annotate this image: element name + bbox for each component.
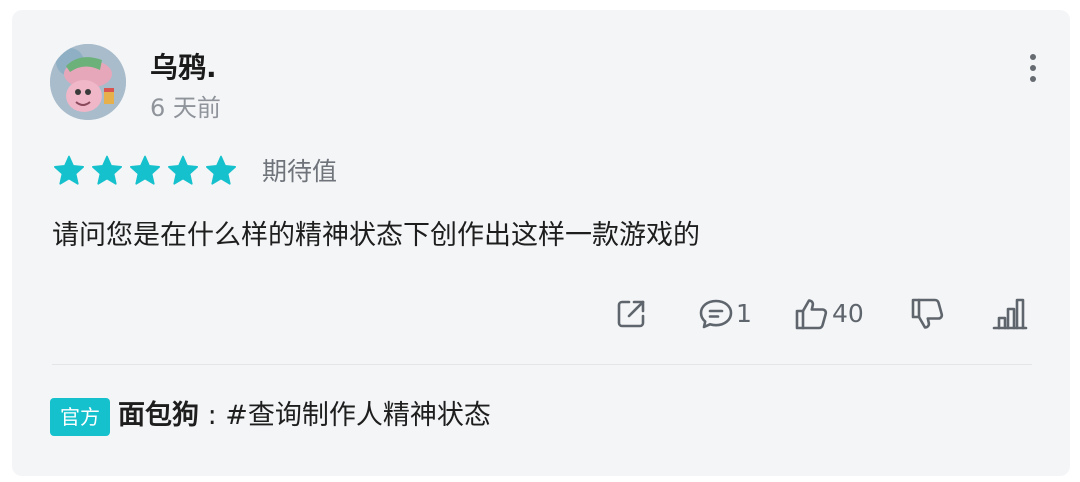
review-card: 乌鸦. 6 天前 期待值 请问您是在什么样的精神状态下创作出这样一款游戏的 1 … [12,10,1070,476]
bar-chart-icon [992,298,1028,330]
more-vertical-icon [1030,54,1036,60]
star-icon [129,155,161,185]
comment-count: 1 [736,299,752,328]
like-count: 40 [832,299,864,328]
share-button[interactable] [614,292,648,336]
share-icon [617,300,645,328]
username[interactable]: 乌鸦. [150,50,217,86]
timestamp: 6 天前 [150,94,221,122]
official-reply[interactable]: 面包狗 : #查询制作人精神状态 [118,396,491,436]
avatar-image [50,44,126,120]
star-rating [52,154,238,188]
star-icon [91,155,123,185]
official-badge: 官方 [50,398,110,436]
review-text: 请问您是在什么样的精神状态下创作出这样一款游戏的 [52,220,700,251]
comment-icon [699,299,733,329]
reply-separator: : [199,400,226,431]
like-button[interactable]: 40 [794,292,864,336]
dislike-button[interactable] [910,292,946,336]
more-options-button[interactable] [1018,50,1048,86]
avatar[interactable] [50,44,126,120]
star-icon [167,155,199,185]
stats-button[interactable] [992,292,1028,336]
star-icon [205,155,237,185]
reply-text: #查询制作人精神状态 [225,400,491,431]
thumbs-up-icon [795,299,828,330]
rating-label: 期待值 [262,157,338,186]
divider [52,364,1032,365]
reply-author: 面包狗 [118,400,199,431]
comment-button[interactable]: 1 [698,292,752,336]
thumbs-down-icon [911,298,944,329]
star-icon [53,155,85,185]
